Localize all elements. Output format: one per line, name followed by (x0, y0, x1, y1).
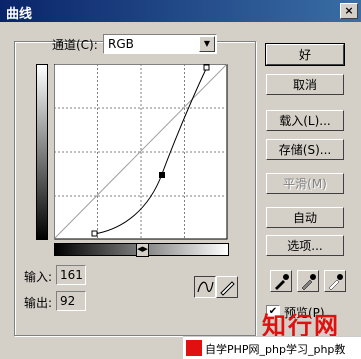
save-button[interactable]: 存储(S)... (266, 139, 344, 160)
options-button[interactable]: 选项... (266, 235, 344, 256)
output-gradient-bar (36, 64, 48, 240)
white-eyedropper-button[interactable] (324, 270, 346, 292)
swap-gradient-icon[interactable]: ◀▶ (136, 243, 149, 257)
black-eyedropper-button[interactable] (270, 270, 292, 292)
watermark-logo: 知行网 (262, 312, 340, 340)
output-value: 92 (60, 294, 76, 308)
input-label: 输入: (24, 270, 53, 284)
input-value-field[interactable]: 161 (56, 265, 86, 285)
gray-eyedropper-icon (301, 274, 316, 291)
control-point-start (91, 230, 98, 237)
channel-value: RGB (108, 37, 134, 51)
smooth-button[interactable]: 平滑(M) (266, 173, 344, 194)
curve-tool-button[interactable] (194, 276, 216, 298)
input-value: 161 (60, 268, 83, 282)
channel-label: 通道(C): (52, 38, 98, 52)
input-gradient-bar: ◀▶ (54, 243, 229, 257)
close-icon[interactable]: × (340, 3, 358, 19)
title-bar[interactable]: 曲线 × (0, 0, 361, 22)
curve-icon (197, 281, 214, 293)
chevron-down-icon[interactable]: ▼ (199, 36, 215, 52)
control-point-selected (159, 172, 165, 178)
gray-eyedropper-button[interactable] (297, 270, 319, 292)
pencil-tool-button[interactable] (216, 276, 238, 298)
channel-select[interactable]: RGB ▼ (103, 34, 217, 54)
watermark-bar: 自学PHP网_php学习_php教 (183, 336, 361, 359)
auto-button[interactable]: 自动 (266, 207, 344, 228)
output-value-field[interactable]: 92 (56, 291, 86, 311)
white-eyedropper-icon (328, 274, 343, 291)
control-point-end (203, 64, 210, 71)
window-title: 曲线 (6, 7, 33, 22)
output-label: 输出: (24, 296, 53, 310)
site-logo-icon (186, 340, 202, 356)
load-button[interactable]: 载入(L)... (266, 110, 344, 131)
black-eyedropper-icon (275, 274, 289, 290)
watermark-text: 自学PHP网_php学习_php教 (205, 343, 346, 356)
ok-button[interactable]: 好 (265, 43, 345, 66)
pencil-icon (220, 281, 235, 296)
cancel-button[interactable]: 取消 (266, 74, 344, 95)
curve-graph[interactable] (54, 64, 228, 240)
